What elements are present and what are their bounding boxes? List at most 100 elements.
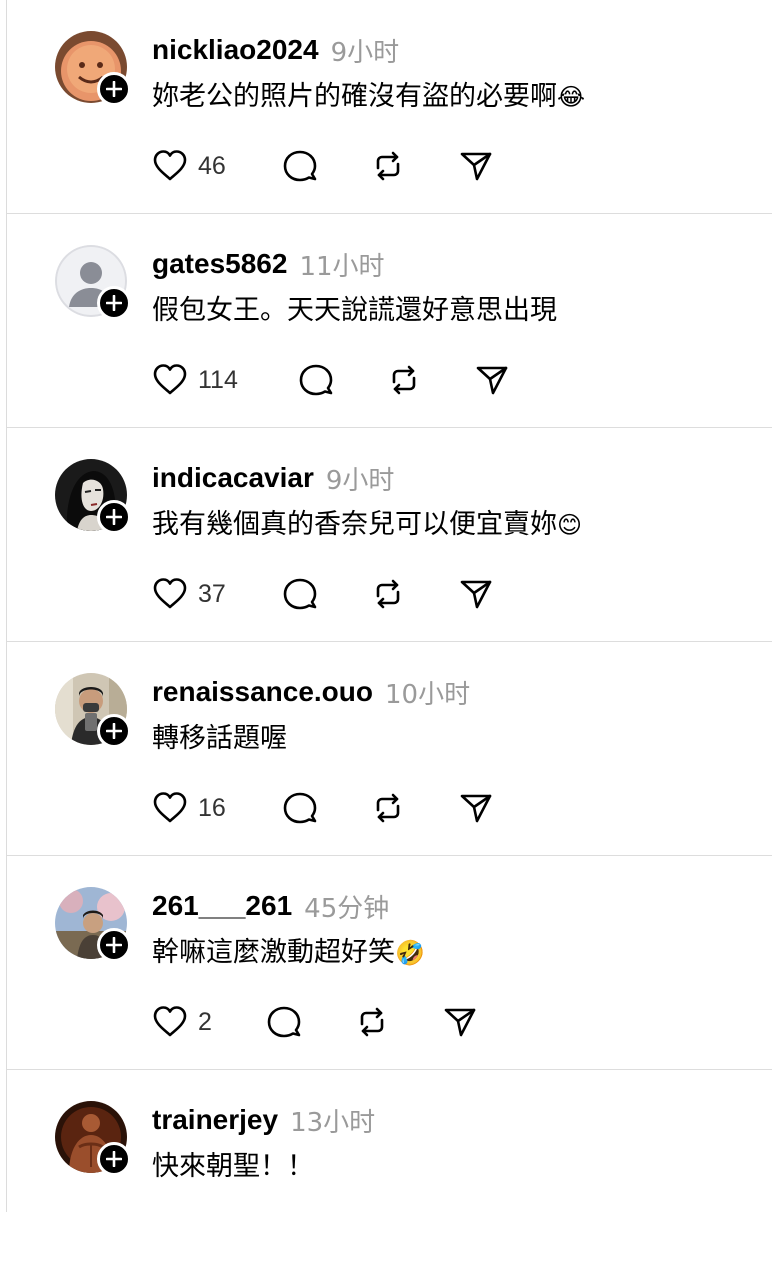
username[interactable]: nickliao2024 xyxy=(152,34,319,66)
timestamp: 9小时 xyxy=(325,465,395,496)
post-header: renaissance.ouo 10小时 xyxy=(152,672,470,712)
follow-button[interactable] xyxy=(97,1142,131,1176)
repost-button[interactable] xyxy=(370,148,406,184)
emoji: 🤣 xyxy=(395,939,425,967)
share-button[interactable] xyxy=(458,576,494,612)
heart-icon xyxy=(153,150,187,181)
share-button[interactable] xyxy=(458,148,494,184)
reply-text: 妳老公的照片的確沒有盜的必要啊😂 xyxy=(152,76,585,118)
post-header: trainerjey 13小时 xyxy=(152,1100,375,1140)
post-header: 261___261 45分钟 xyxy=(152,886,389,926)
action-bar: 114 xyxy=(152,360,508,400)
repost-icon xyxy=(360,1007,384,1037)
like-button[interactable]: 46 xyxy=(152,148,226,184)
action-bar: 2 xyxy=(152,1002,476,1042)
reply-text-body: 我有幾個真的香奈兒可以便宜賣妳 xyxy=(152,509,557,540)
action-bar: 16 xyxy=(152,788,492,828)
comment-icon xyxy=(299,364,333,396)
repost-icon xyxy=(376,579,400,609)
like-count: 2 xyxy=(198,1007,212,1036)
reply-text: 快來朝聖！！ xyxy=(152,1146,314,1188)
repost-button[interactable] xyxy=(370,790,406,826)
reply-post: indicacaviar 9小时 我有幾個真的香奈兒可以便宜賣妳😊 37 xyxy=(7,428,772,642)
reply-text-body: 轉移話題喔 xyxy=(152,723,287,754)
comment-button[interactable] xyxy=(298,362,334,398)
username[interactable]: gates5862 xyxy=(152,248,287,280)
like-button[interactable]: 37 xyxy=(152,576,226,612)
post-header: gates5862 11小时 xyxy=(152,244,385,284)
reply-text: 幹嘛這麼激動超好笑🤣 xyxy=(152,932,425,974)
username[interactable]: renaissance.ouo xyxy=(152,676,373,708)
heart-icon xyxy=(153,578,187,609)
heart-icon xyxy=(153,364,187,395)
repost-icon xyxy=(376,151,400,181)
like-count: 37 xyxy=(198,579,226,608)
timestamp: 9小时 xyxy=(330,37,400,68)
comment-icon xyxy=(283,150,317,182)
share-button[interactable] xyxy=(442,1004,478,1040)
comment-button[interactable] xyxy=(282,148,318,184)
comment-icon xyxy=(283,792,317,824)
like-button[interactable]: 114 xyxy=(152,362,238,398)
like-count: 114 xyxy=(198,365,238,394)
follow-button[interactable] xyxy=(97,928,131,962)
timestamp: 13小时 xyxy=(290,1107,376,1138)
heart-icon xyxy=(153,1006,187,1037)
username[interactable]: indicacaviar xyxy=(152,462,314,494)
reply-post: nickliao2024 9小时 妳老公的照片的確沒有盜的必要啊😂 46 xyxy=(7,0,772,214)
like-button[interactable]: 16 xyxy=(152,790,226,826)
timestamp: 10小时 xyxy=(384,679,471,710)
repost-button[interactable] xyxy=(386,362,422,398)
send-icon xyxy=(460,580,492,609)
comment-button[interactable] xyxy=(282,576,318,612)
send-icon xyxy=(444,1008,476,1037)
reply-text: 我有幾個真的香奈兒可以便宜賣妳😊 xyxy=(152,504,582,546)
reply-post: trainerjey 13小时 快來朝聖！！ xyxy=(7,1070,772,1284)
username[interactable]: trainerjey xyxy=(152,1104,278,1136)
repost-icon xyxy=(392,365,416,395)
share-button[interactable] xyxy=(474,362,510,398)
follow-button[interactable] xyxy=(97,500,131,534)
reply-text-body: 假包女王。天天說謊還好意思出現 xyxy=(152,295,557,326)
action-bar: 37 xyxy=(152,574,492,614)
comment-button[interactable] xyxy=(266,1004,302,1040)
username[interactable]: 261___261 xyxy=(152,890,292,922)
plus-icon xyxy=(106,937,122,953)
reply-text-body: 幹嘛這麼激動超好笑 xyxy=(152,937,395,968)
reply-feed: nickliao2024 9小时 妳老公的照片的確沒有盜的必要啊😂 46 gat… xyxy=(0,0,772,1284)
follow-button[interactable] xyxy=(97,286,131,320)
send-icon xyxy=(476,366,508,395)
reply-text: 假包女王。天天說謊還好意思出現 xyxy=(152,290,557,332)
follow-button[interactable] xyxy=(97,72,131,106)
plus-icon xyxy=(106,1151,122,1167)
reply-post: renaissance.ouo 10小时 轉移話題喔 16 xyxy=(7,642,772,856)
plus-icon xyxy=(106,295,122,311)
plus-icon xyxy=(106,509,122,525)
post-header: nickliao2024 9小时 xyxy=(152,30,399,70)
comment-icon xyxy=(283,578,317,610)
reply-post: gates5862 11小时 假包女王。天天說謊還好意思出現 114 xyxy=(7,214,772,428)
repost-button[interactable] xyxy=(354,1004,390,1040)
reply-text-body: 妳老公的照片的確沒有盜的必要啊 xyxy=(152,81,557,112)
send-icon xyxy=(460,152,492,181)
timestamp: 11小时 xyxy=(299,251,385,282)
timestamp: 45分钟 xyxy=(304,893,390,924)
emoji: 😂 xyxy=(557,83,586,111)
reply-text-body: 快來朝聖！！ xyxy=(152,1151,314,1182)
action-bar: 46 xyxy=(152,146,492,186)
share-button[interactable] xyxy=(458,790,494,826)
reply-text: 轉移話題喔 xyxy=(152,718,287,760)
send-icon xyxy=(460,794,492,823)
comment-button[interactable] xyxy=(282,790,318,826)
like-count: 46 xyxy=(198,151,226,180)
plus-icon xyxy=(106,723,122,739)
repost-button[interactable] xyxy=(370,576,406,612)
plus-icon xyxy=(106,81,122,97)
like-count: 16 xyxy=(198,793,226,822)
follow-button[interactable] xyxy=(97,714,131,748)
repost-icon xyxy=(376,793,400,823)
post-header: indicacaviar 9小时 xyxy=(152,458,394,498)
reply-post: 261___261 45分钟 幹嘛這麼激動超好笑🤣 2 xyxy=(7,856,772,1070)
like-button[interactable]: 2 xyxy=(152,1004,212,1040)
comment-icon xyxy=(267,1006,301,1038)
